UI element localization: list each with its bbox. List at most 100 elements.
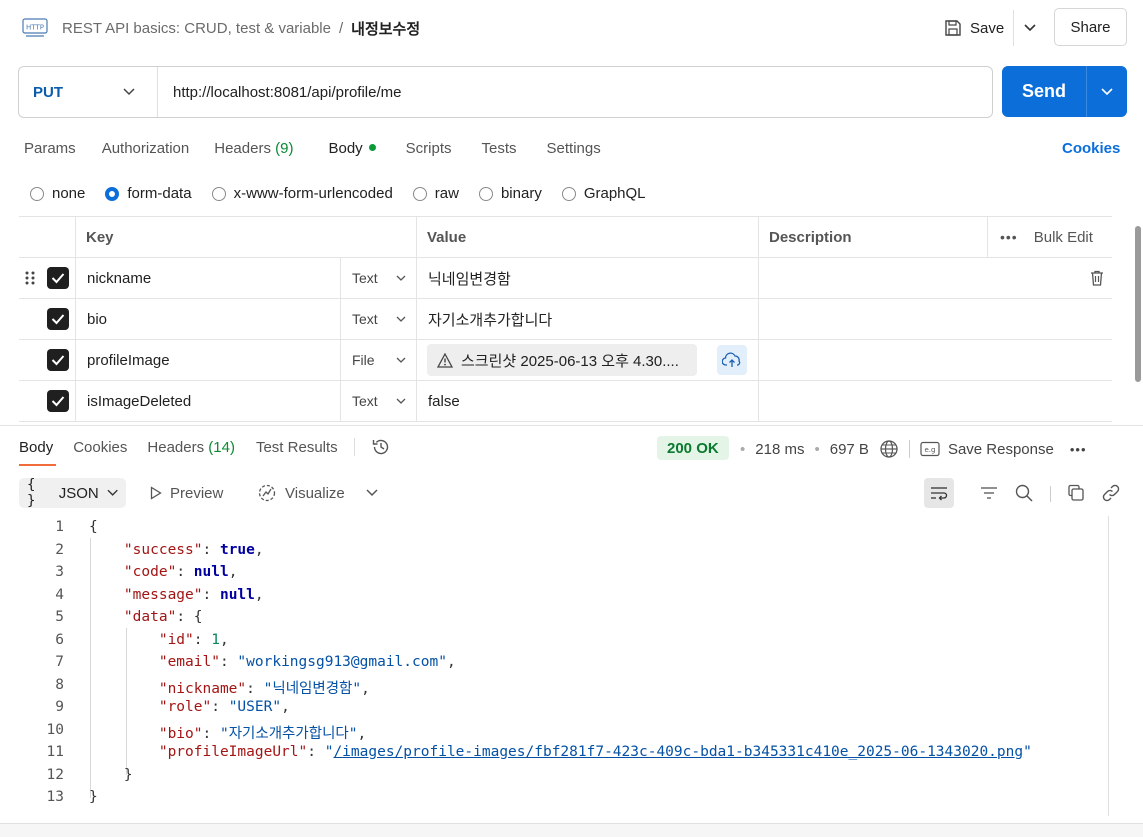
row-checkbox[interactable] xyxy=(47,390,69,412)
save-options-button[interactable] xyxy=(1016,10,1044,46)
format-select[interactable]: { } JSON xyxy=(19,477,126,509)
tab-settings[interactable]: Settings xyxy=(547,140,601,162)
preview-label: Preview xyxy=(170,484,224,502)
more-options-icon[interactable]: ••• xyxy=(1070,442,1087,457)
history-icon[interactable] xyxy=(371,437,391,457)
row-description[interactable] xyxy=(759,381,1112,421)
row-description[interactable] xyxy=(759,340,1112,380)
profile-image-link[interactable]: /images/profile-images/fbf281f7-423c-409… xyxy=(333,744,1023,760)
search-button[interactable] xyxy=(1009,478,1039,508)
breadcrumb-collection[interactable]: REST API basics: CRUD, test & variable xyxy=(62,20,331,37)
response-size[interactable]: 697 B xyxy=(830,441,869,458)
url-input[interactable] xyxy=(158,67,992,117)
filter-button[interactable] xyxy=(974,478,1004,508)
tab-scripts[interactable]: Scripts xyxy=(406,140,452,162)
radio-graphql[interactable]: GraphQL xyxy=(561,185,646,202)
more-options-icon[interactable]: ••• xyxy=(1000,229,1018,245)
row-key[interactable]: isImageDeleted xyxy=(76,381,341,421)
check-icon xyxy=(51,355,65,366)
chevron-down-icon xyxy=(396,357,406,363)
line-number: 4 xyxy=(55,587,64,603)
save-button[interactable]: Save xyxy=(936,10,1012,46)
status-badge[interactable]: 200 OK xyxy=(657,436,729,460)
wrap-lines-button[interactable] xyxy=(924,478,954,508)
line-number: 7 xyxy=(55,654,64,670)
preview-button[interactable]: Preview xyxy=(150,478,223,508)
row-value[interactable]: 닉네임변경함 xyxy=(417,258,759,298)
code-line: "email": "workingsg913@gmail.com", xyxy=(158,654,456,670)
globe-icon[interactable] xyxy=(879,439,899,459)
delete-icon[interactable] xyxy=(1090,270,1104,286)
row-select-cell xyxy=(19,258,76,298)
code-line: } xyxy=(89,767,133,783)
send-options-button[interactable] xyxy=(1087,87,1127,96)
save-label: Save xyxy=(970,19,1005,37)
code-line: "id": 1, xyxy=(158,632,229,648)
radio-label: x-www-form-urlencoded xyxy=(233,185,393,202)
tab-response-cookies[interactable]: Cookies xyxy=(73,439,127,456)
radio-label: raw xyxy=(434,185,459,202)
radio-binary[interactable]: binary xyxy=(478,185,542,202)
json-key: "id" xyxy=(158,632,194,648)
tab-body[interactable]: Body xyxy=(328,140,376,162)
code-line: } xyxy=(89,789,98,805)
json-value: 1 xyxy=(211,632,220,648)
radio-raw[interactable]: raw xyxy=(412,185,459,202)
share-button[interactable]: Share xyxy=(1054,8,1127,46)
scrollbar[interactable] xyxy=(1135,226,1141,382)
send-button[interactable]: Send xyxy=(1002,81,1086,102)
tab-params[interactable]: Params xyxy=(24,140,76,162)
method-select[interactable]: PUT xyxy=(19,67,158,117)
cookies-link[interactable]: Cookies xyxy=(1062,140,1120,157)
row-type-select[interactable]: Text xyxy=(341,381,417,421)
tab-tests[interactable]: Tests xyxy=(482,140,517,162)
row-key[interactable]: nickname xyxy=(76,258,341,298)
response-time[interactable]: 218 ms xyxy=(755,441,804,458)
row-type-select[interactable]: Text xyxy=(341,258,417,298)
row-type-select[interactable]: Text xyxy=(341,299,417,339)
json-value: null xyxy=(219,587,255,603)
row-value[interactable]: 자기소개추가합니다 xyxy=(417,299,759,339)
line-number: 9 xyxy=(55,699,64,715)
row-description[interactable] xyxy=(759,299,1112,339)
tab-headers-label: Headers xyxy=(214,140,271,157)
body-type-selector: none form-data x-www-form-urlencoded raw… xyxy=(30,185,646,202)
drag-handle-icon[interactable] xyxy=(25,270,35,286)
response-body-viewer[interactable]: 1 { 2 "success": true, 3 "code": null, 4… xyxy=(0,516,1110,816)
visualize-options-button[interactable] xyxy=(357,478,387,508)
file-chip[interactable]: 스크린샷 2025-06-13 오후 4.30.... xyxy=(427,344,697,376)
link-button[interactable] xyxy=(1096,478,1126,508)
row-key[interactable]: profileImage xyxy=(76,340,341,380)
row-type-select[interactable]: File xyxy=(341,340,417,380)
row-key[interactable]: bio xyxy=(76,299,341,339)
radio-none[interactable]: none xyxy=(30,185,85,202)
visualize-button[interactable]: Visualize xyxy=(257,478,345,508)
dot-separator: • xyxy=(740,440,746,458)
radio-circle xyxy=(105,186,120,201)
visualize-label: Visualize xyxy=(285,484,345,502)
row-description[interactable] xyxy=(759,258,1112,298)
top-bar: HTTP REST API basics: CRUD, test & varia… xyxy=(0,0,1143,56)
code-line: "data": { xyxy=(123,609,203,625)
tab-headers[interactable]: Headers (9) xyxy=(214,140,293,162)
row-checkbox[interactable] xyxy=(47,267,69,289)
radio-form-data[interactable]: form-data xyxy=(105,185,192,202)
copy-button[interactable] xyxy=(1061,478,1091,508)
chevron-down-icon xyxy=(123,88,135,96)
tab-response-headers[interactable]: Headers (14) xyxy=(147,439,235,456)
response-tabs: Body Cookies Headers (14) Test Results xyxy=(19,437,391,457)
upload-button[interactable] xyxy=(717,345,747,375)
bulk-edit-button[interactable]: Bulk Edit xyxy=(1034,229,1093,246)
type-label: Text xyxy=(352,270,378,286)
tab-test-results[interactable]: Test Results xyxy=(256,439,338,456)
radio-x-www-form-urlencoded[interactable]: x-www-form-urlencoded xyxy=(211,185,393,202)
tab-response-body[interactable]: Body xyxy=(19,439,53,456)
save-response-button[interactable]: e.g Save Response xyxy=(920,441,1054,458)
row-checkbox[interactable] xyxy=(47,308,69,330)
row-checkbox[interactable] xyxy=(47,349,69,371)
tab-authorization[interactable]: Authorization xyxy=(102,140,190,162)
request-name[interactable]: 내정보수정 xyxy=(351,18,420,39)
scrollbar-track xyxy=(1108,516,1109,816)
visualize-icon xyxy=(258,484,276,502)
row-value[interactable]: false xyxy=(417,381,759,421)
